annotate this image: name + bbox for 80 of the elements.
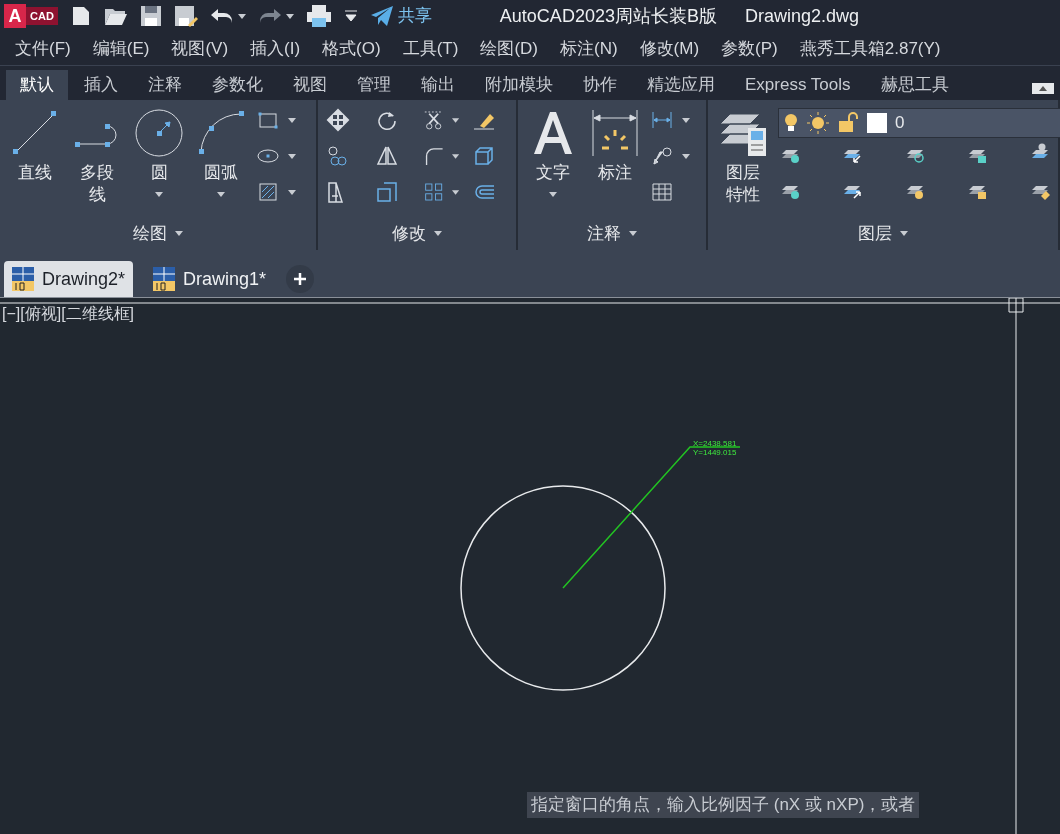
caret-icon [629, 230, 637, 236]
menu-item[interactable]: 编辑(E) [92, 35, 150, 62]
menu-item[interactable]: 燕秀工具箱2.87(Y) [799, 35, 941, 62]
ribbon-tab[interactable]: 精选应用 [633, 70, 729, 100]
ribbon-tool-button[interactable]: 图层特性 [716, 108, 770, 206]
up-arrow-icon [1039, 86, 1047, 91]
color-swatch [867, 113, 887, 133]
dimension-icon[interactable] [590, 108, 640, 158]
paper-plane-icon [369, 5, 394, 27]
ribbon-tool-button[interactable]: 文字 [526, 108, 580, 197]
bulb-icon [783, 113, 799, 133]
minimize-ribbon-button[interactable] [1032, 83, 1054, 94]
app-badge: CAD [26, 7, 58, 25]
ribbon-tool-button[interactable]: 圆弧 [194, 108, 248, 197]
window-title: AutoCAD2023周站长装B版 [499, 4, 717, 28]
new-tab-button[interactable] [286, 265, 315, 293]
scale-icon[interactable] [374, 180, 399, 204]
app-logo-icon[interactable]: A [4, 4, 26, 28]
save-icon[interactable] [139, 5, 162, 27]
panel-title-button[interactable]: 注释 [587, 220, 637, 250]
layer-dropdown[interactable]: 0 [778, 108, 1060, 138]
file-name: Drawing2.dwg [744, 4, 859, 28]
printer-icon[interactable] [305, 4, 332, 28]
hatch-icon[interactable] [256, 180, 280, 204]
circle-icon[interactable] [134, 108, 184, 158]
copy-icon[interactable] [326, 144, 350, 168]
panel-title-button[interactable]: 图层 [858, 220, 908, 250]
caret-icon [434, 230, 442, 236]
ribbon-tool-button[interactable]: 多段线 [70, 108, 124, 206]
caret-icon [237, 13, 246, 19]
ribbon-tab[interactable]: 输出 [407, 70, 469, 100]
ribbon-tab[interactable]: Express Tools [731, 70, 865, 100]
leader-icon[interactable] [650, 144, 674, 168]
padlock-icon [837, 112, 859, 134]
ribbon-tab[interactable]: 默认 [6, 70, 68, 100]
ribbon-tab[interactable]: 注释 [134, 70, 196, 100]
drawing-file-icon [153, 267, 176, 291]
ribbon-tool-button[interactable]: 直线 [8, 108, 62, 184]
ribbon-tab[interactable]: 协作 [569, 70, 631, 100]
ribbon-tab[interactable]: 视图 [279, 70, 341, 100]
menu-item[interactable]: 格式(O) [322, 35, 381, 62]
array-icon[interactable] [423, 180, 445, 204]
menu-item[interactable]: 工具(T) [402, 35, 459, 62]
menu-item[interactable]: 绘图(D) [480, 35, 538, 62]
drawing-canvas[interactable]: [−][俯视][二维线框] X=2438.581 Y=1449.015 指定窗口的角点，输入比例因子 (nX 或 nXP)，或者 [0, 298, 1060, 834]
drawing-file-icon [12, 267, 34, 291]
document-tab[interactable]: Drawing1* [145, 261, 275, 297]
ribbon-tool-button[interactable]: 标注 [588, 108, 642, 184]
viewport-label[interactable]: [−][俯视][二维线框] [2, 302, 134, 326]
ribbon-tab[interactable]: 赫思工具 [866, 70, 963, 100]
save-as-icon[interactable] [173, 5, 198, 27]
ribbon-tab[interactable]: 附加模块 [471, 70, 567, 100]
layer-name: 0 [895, 112, 905, 135]
menu-item[interactable]: 视图(V) [171, 35, 229, 62]
sun-icon [807, 112, 829, 134]
ribbon-tab[interactable]: 插入 [70, 70, 132, 100]
menu-item[interactable]: 参数(P) [721, 35, 778, 62]
caret-icon [285, 13, 294, 19]
menu-item[interactable]: 标注(N) [560, 35, 618, 62]
plus-icon [294, 273, 307, 285]
document-tab[interactable]: Drawing2* [4, 261, 134, 297]
ribbon-tab[interactable]: 参数化 [198, 70, 277, 100]
customize-caret-icon[interactable] [343, 9, 358, 23]
ribbon-tab[interactable]: 管理 [343, 70, 405, 100]
y-coordinate: Y=1449.015 [693, 448, 737, 457]
caret-icon [900, 230, 908, 236]
mirror-icon[interactable] [374, 144, 399, 168]
command-prompt: 指定窗口的角点，输入比例因子 (nX 或 nXP)，或者 [527, 792, 920, 818]
ribbon-tool-button[interactable]: 圆 [132, 108, 186, 197]
trim-icon[interactable] [423, 108, 445, 132]
move-icon[interactable] [326, 108, 350, 132]
menu-item[interactable]: 修改(M) [639, 35, 700, 62]
panel-title-button[interactable]: 修改 [392, 220, 442, 250]
menu-item[interactable]: 插入(I) [250, 35, 301, 62]
x-coordinate: X=2438.581 [693, 439, 737, 448]
caret-icon [175, 230, 183, 236]
panel-title-button[interactable]: 绘图 [133, 220, 183, 250]
menu-item[interactable]: 文件(F) [15, 35, 71, 62]
share-button[interactable]: 共享 [369, 3, 432, 29]
table-icon[interactable] [650, 180, 674, 204]
